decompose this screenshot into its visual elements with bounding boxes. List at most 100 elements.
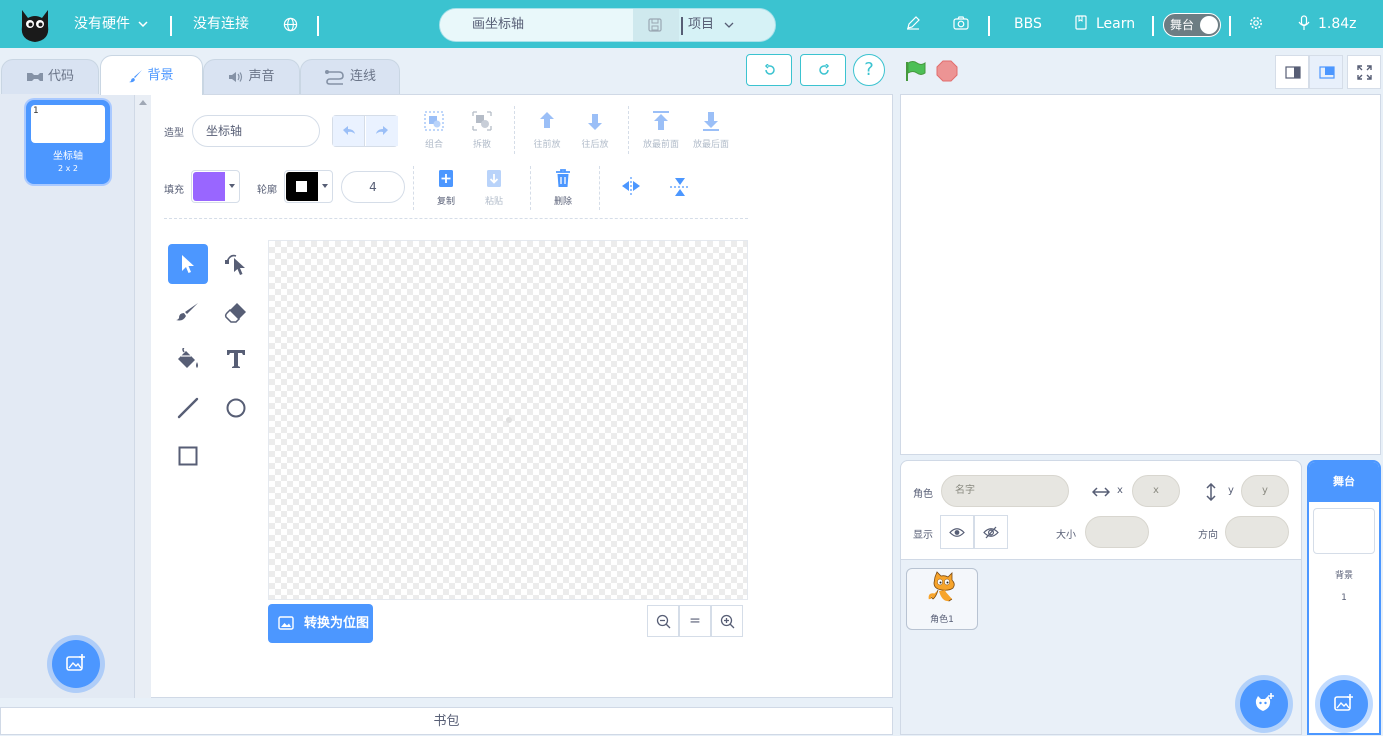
back-button[interactable]: 放最后面 [688,110,734,150]
zoom-reset-button[interactable]: = [679,605,711,637]
sprite-name-input[interactable]: 名字 [941,475,1069,507]
camera-icon[interactable] [953,16,969,30]
project-title-input[interactable]: 画坐标轴 [440,9,633,41]
paste-button[interactable]: 粘贴 [476,167,512,207]
backward-button[interactable]: 往后放 [575,110,615,150]
undo-rotate-button[interactable] [746,54,792,86]
outline-inner [296,181,307,192]
x-input[interactable]: x [1132,475,1180,507]
pencil-icon[interactable] [906,16,920,30]
costume-name: 坐标轴 [53,151,83,162]
hardware-menu[interactable]: 没有硬件 [74,0,148,48]
tab-connections[interactable]: 连线 [300,59,400,95]
stage-canvas[interactable] [900,94,1381,455]
reshape-tool[interactable] [216,244,256,284]
toggle-knob [1200,16,1218,34]
eraser-tool[interactable] [216,292,256,332]
outline-width-input[interactable]: 4 [341,171,405,203]
size-input[interactable] [1085,516,1149,548]
ungroup-button[interactable]: 拆散 [464,110,500,150]
book-icon [1075,15,1087,30]
backdrop-label: 背景 [1334,571,1353,581]
divider [681,17,683,35]
redo-button[interactable] [366,116,398,146]
green-flag-icon[interactable] [904,60,926,82]
help-button[interactable]: ? [853,54,885,86]
backpack[interactable]: 书包 [0,707,893,735]
select-tool[interactable] [168,244,208,284]
back-label: 放最后面 [692,140,729,150]
add-sprite-icon [1253,693,1275,715]
sprite-label: 角色 [913,489,933,500]
paint-canvas[interactable] [268,240,748,600]
costume-name-input[interactable]: 坐标轴 [192,115,320,147]
normal-stage-button[interactable] [1309,55,1343,89]
add-image-icon [66,654,86,674]
hide-sprite-button[interactable] [974,515,1008,549]
outline-label: 轮廓 [257,185,277,196]
save-button[interactable] [633,9,679,41]
scrollbar[interactable] [135,94,151,698]
tab-backdrops[interactable]: 背景 [100,55,203,95]
add-sprite-button[interactable] [1240,680,1288,728]
divider [1152,16,1154,36]
add-backdrop-button[interactable] [52,640,100,688]
fill-swatch [193,172,225,201]
brush-tool[interactable] [168,292,208,332]
choose-backdrop-button[interactable] [1320,680,1368,728]
front-button[interactable]: 放最前面 [638,110,684,150]
zoom-out-icon [656,614,671,629]
bbs-link[interactable]: BBS [1014,0,1042,48]
image-icon [278,616,294,630]
copy-button[interactable]: 复制 [428,167,464,207]
group-label: 组合 [424,140,443,150]
y-input[interactable]: y [1241,475,1289,507]
caret-down-icon [322,184,328,188]
vertical-arrows-icon [1206,483,1216,501]
arrow-cursor-icon [180,254,196,274]
fullscreen-button[interactable] [1347,55,1381,89]
divider [514,106,515,154]
paste-label: 粘贴 [484,197,503,207]
zoom-in-button[interactable] [711,605,743,637]
costume-size: 2 x 2 [58,164,78,173]
logo-icon[interactable] [18,6,52,44]
stage-toggle[interactable]: 舞台 [1163,13,1221,37]
show-sprite-button[interactable] [940,515,974,549]
flip-horizontal-icon[interactable] [620,176,642,196]
backward-label: 往后放 [581,140,609,150]
redo-rotate-button[interactable] [800,54,846,86]
fill-color-picker[interactable] [191,170,240,203]
small-stage-button[interactable] [1275,55,1309,89]
tab-code[interactable]: 代码 [1,59,99,95]
stop-icon[interactable] [936,60,958,82]
learn-link[interactable]: Learn [1096,0,1135,48]
sprite-item[interactable]: 角色1 [906,568,978,630]
size-label: 大小 [1056,530,1076,541]
rectangle-tool[interactable] [168,436,208,476]
circle-tool[interactable] [216,388,256,428]
flip-vertical-icon[interactable] [669,176,691,198]
undo-button[interactable] [333,116,365,146]
zoom-out-button[interactable] [647,605,679,637]
scroll-up-icon[interactable] [139,100,147,105]
delete-button[interactable]: 删除 [545,167,581,207]
gear-icon[interactable] [1249,16,1263,30]
horizontal-arrows-icon [1092,487,1110,497]
direction-input[interactable] [1225,516,1289,548]
paint-bucket-icon [176,348,200,372]
stage-toggle-label: 舞台 [1170,18,1195,32]
line-tool[interactable] [168,388,208,428]
convert-to-bitmap-button[interactable]: 转换为位图 [268,604,373,643]
project-menu[interactable]: 项目 [688,9,734,41]
costume-item[interactable]: 1 坐标轴 2 x 2 [26,100,110,184]
globe-icon[interactable] [283,17,298,32]
fill-tool[interactable] [168,340,208,380]
divider [530,166,531,210]
tab-sounds[interactable]: 声音 [203,59,300,95]
connection-menu[interactable]: 没有连接 [193,0,249,48]
text-tool[interactable] [216,340,256,380]
group-button[interactable]: 组合 [416,110,452,150]
outline-color-picker[interactable] [284,170,333,203]
forward-button[interactable]: 往前放 [527,110,567,150]
